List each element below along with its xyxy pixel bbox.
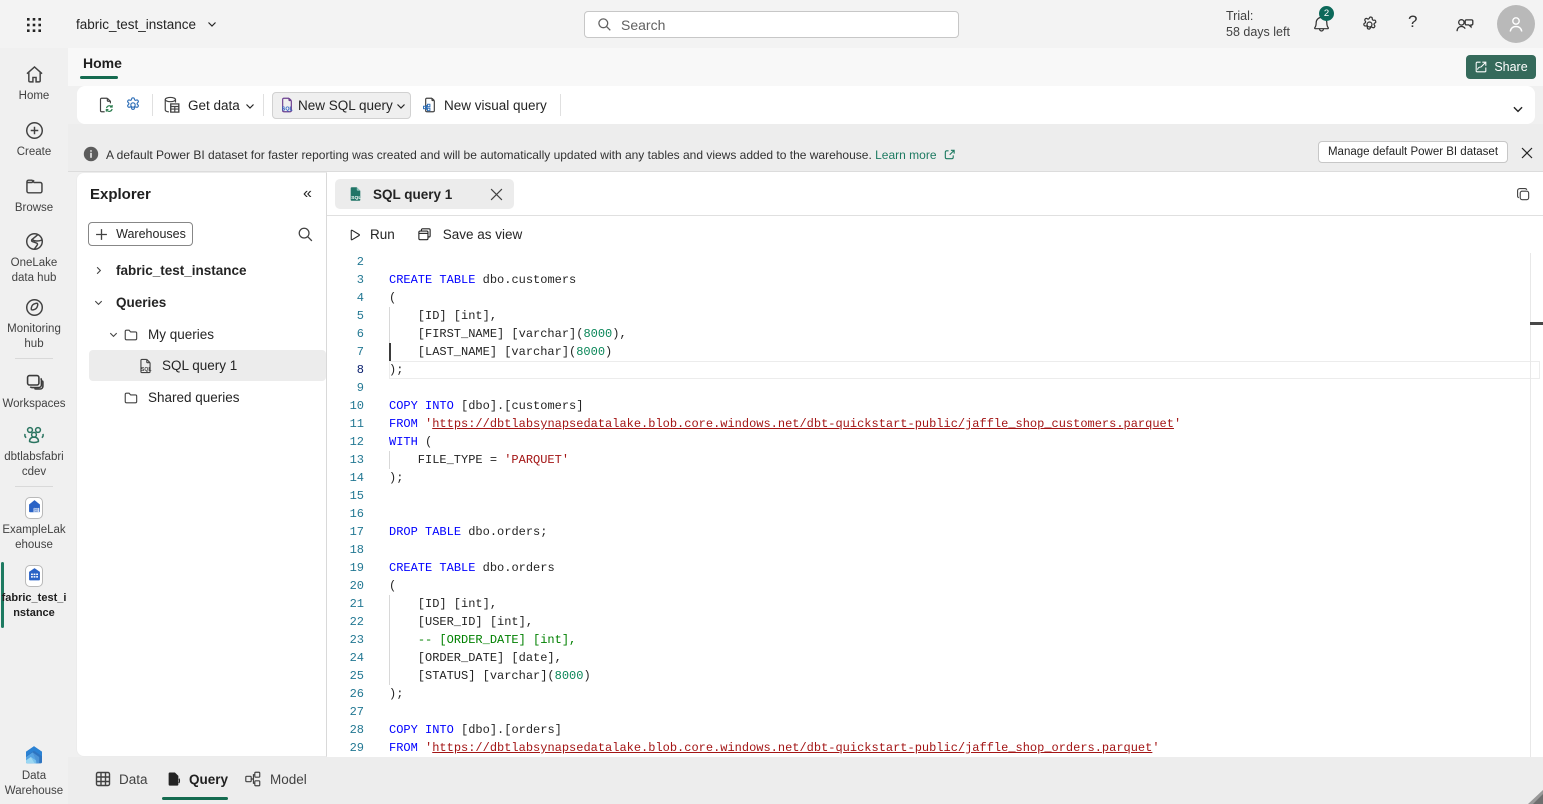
svg-text:SQL: SQL bbox=[351, 195, 361, 201]
svg-text:SQL: SQL bbox=[282, 106, 294, 112]
svg-text:SQL: SQL bbox=[141, 367, 152, 373]
